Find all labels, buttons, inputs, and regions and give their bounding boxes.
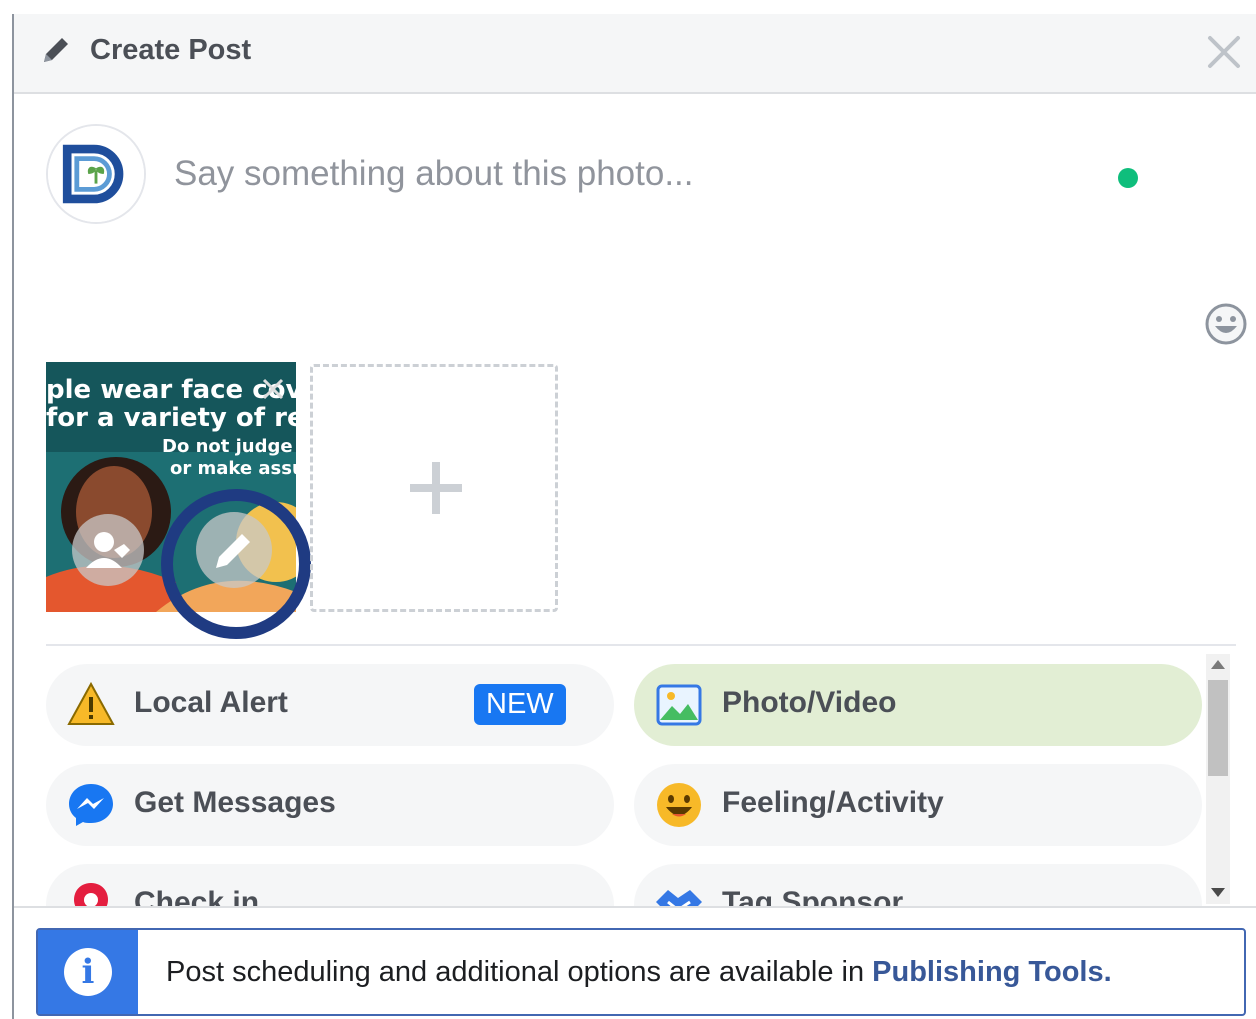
notice-message: Post scheduling and additional options a… <box>166 956 873 988</box>
option-label: Check in <box>134 886 260 906</box>
publishing-tools-link[interactable]: Publishing Tools. <box>872 956 1112 988</box>
pencil-icon <box>216 534 250 568</box>
warning-icon <box>67 681 115 725</box>
dialog-title: Create Post <box>90 34 252 66</box>
tag-person-icon <box>86 532 130 568</box>
notice-text: Post scheduling and additional options a… <box>166 956 1112 989</box>
thumbnail-text-1: ple wear face cov <box>46 375 296 405</box>
create-post-dialog: Create Post ple wear fa <box>12 14 1256 1019</box>
scroll-up-arrow-icon[interactable] <box>1211 660 1225 669</box>
messenger-icon <box>69 784 113 826</box>
scrollbar-thumb[interactable] <box>1208 680 1228 776</box>
option-label: Get Messages <box>134 786 336 819</box>
status-indicator <box>1118 168 1138 188</box>
info-icon: i <box>64 948 112 996</box>
smiley-icon <box>657 783 701 827</box>
options-scrollbar[interactable] <box>1206 654 1230 904</box>
post-options-list: Local Alert NEW Photo/Video Get Messages <box>46 664 1206 906</box>
option-label: Local Alert <box>134 686 288 719</box>
notice-icon-panel: i <box>38 930 138 1014</box>
pencil-icon <box>44 38 68 62</box>
page-avatar <box>46 124 146 224</box>
option-label: Feeling/Activity <box>722 786 944 819</box>
plus-icon-vertical <box>432 462 440 514</box>
publishing-tools-notice: i Post scheduling and additional options… <box>36 928 1246 1016</box>
emoji-picker-icon[interactable] <box>1204 302 1248 346</box>
page-logo-icon <box>48 126 144 222</box>
photo-icon <box>656 684 702 726</box>
option-get-messages[interactable]: Get Messages <box>46 764 614 846</box>
close-icon[interactable] <box>1206 34 1242 70</box>
option-label: Photo/Video <box>722 686 897 719</box>
thumbnail-text-3: Do not judge <box>162 436 293 457</box>
location-pin-icon <box>74 883 108 906</box>
handshake-icon <box>656 890 702 906</box>
photo-thumbnail[interactable]: ple wear face cov for a variety of re Do… <box>46 362 296 612</box>
post-text-input[interactable] <box>174 144 1074 204</box>
dialog-header: Create Post <box>14 14 1256 94</box>
thumbnail-text-2: for a variety of re <box>46 403 296 433</box>
option-feeling-activity[interactable]: Feeling/Activity <box>634 764 1202 846</box>
add-photo-button[interactable] <box>310 364 558 612</box>
option-photo-video[interactable]: Photo/Video <box>634 664 1202 746</box>
footer-divider <box>14 906 1256 908</box>
edit-photo-button[interactable] <box>196 512 272 588</box>
option-check-in[interactable]: Check in <box>46 864 614 906</box>
thumbnail-text-4: or make assu <box>170 458 296 479</box>
new-badge: NEW <box>474 684 566 725</box>
scroll-down-arrow-icon[interactable] <box>1211 888 1225 897</box>
option-label: Tag Sponsor <box>722 886 904 906</box>
tag-person-button[interactable] <box>72 514 144 586</box>
divider <box>46 644 1236 646</box>
option-local-alert[interactable]: Local Alert NEW <box>46 664 614 746</box>
option-tag-sponsor[interactable]: Tag Sponsor <box>634 864 1202 906</box>
